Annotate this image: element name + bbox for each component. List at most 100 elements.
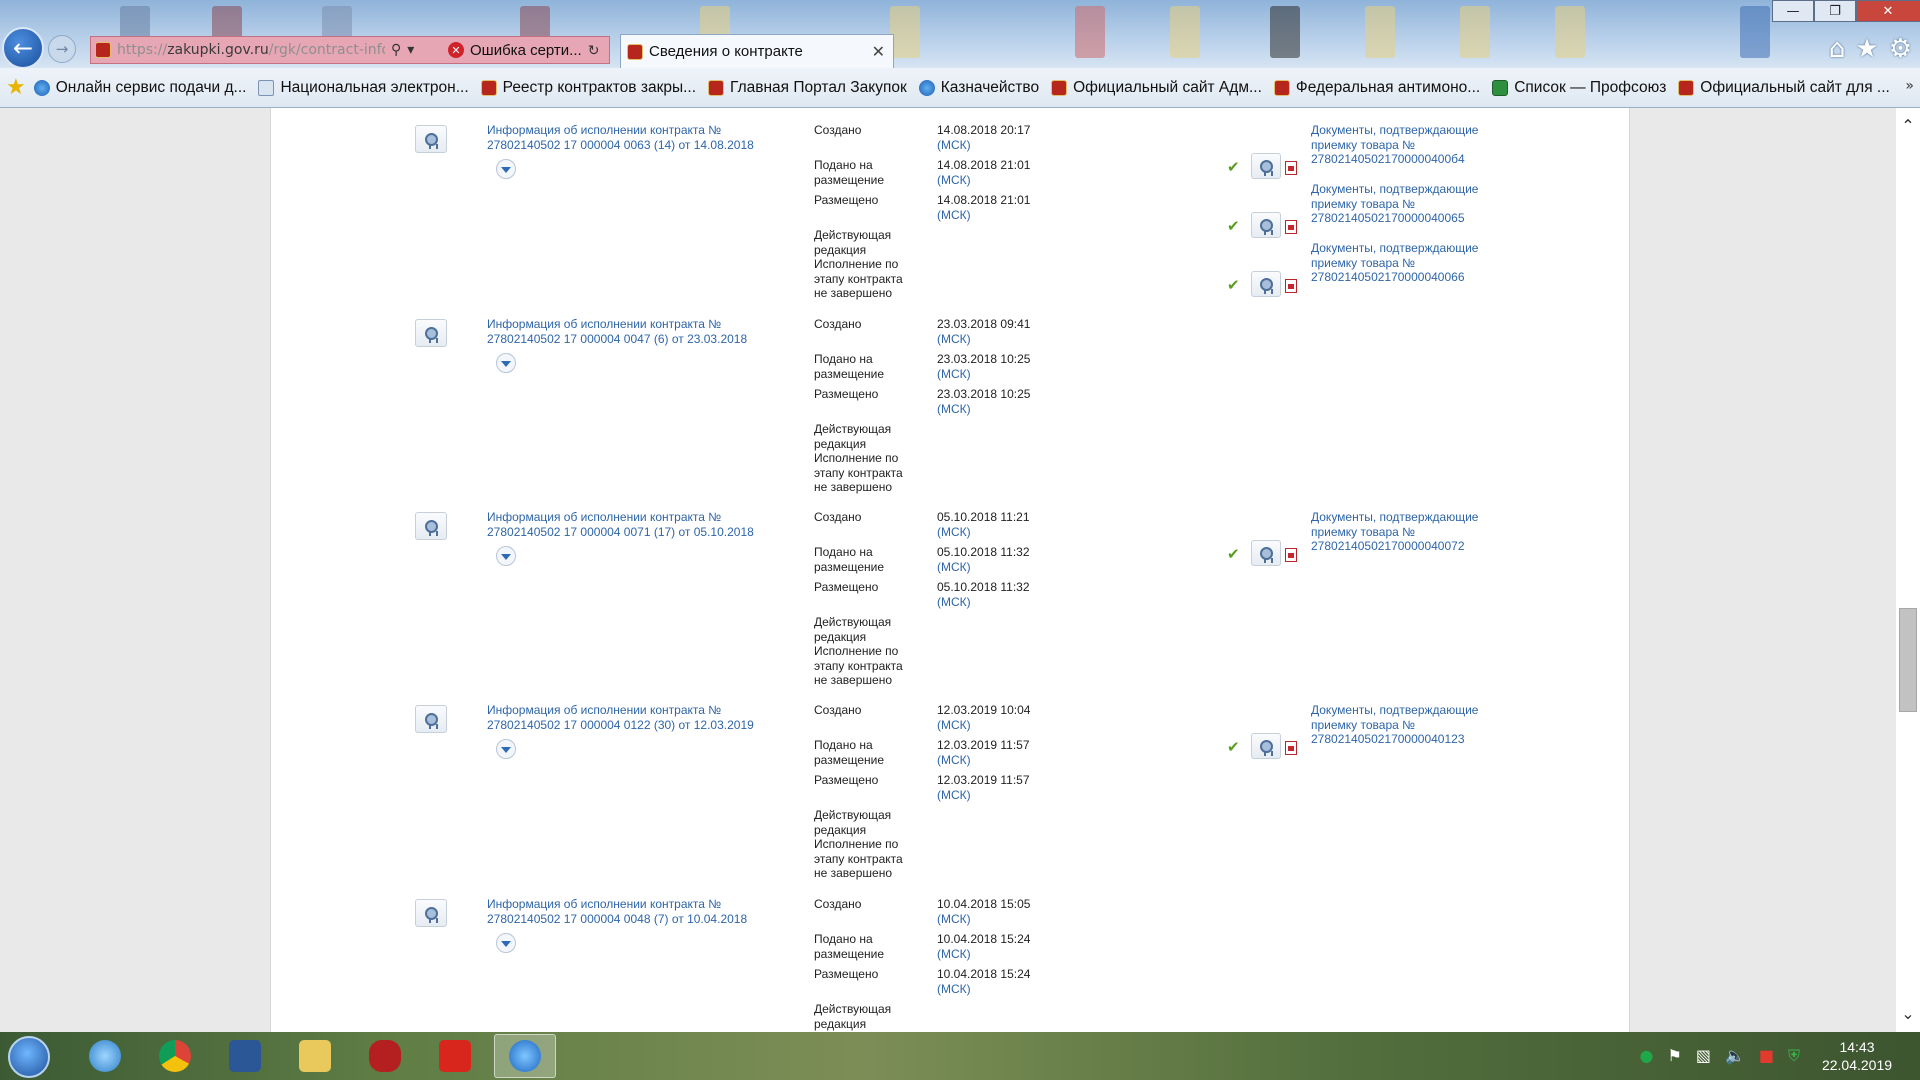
tab-contract-info[interactable]: Сведения о контракте ✕: [620, 34, 894, 68]
signature-seal-button[interactable]: [1251, 733, 1281, 759]
record-title-link[interactable]: Информация об исполнении контракта № 278…: [487, 703, 777, 732]
seal-icon: [424, 326, 438, 343]
signature-seal-button[interactable]: [415, 319, 447, 347]
expand-chevron-icon[interactable]: [496, 546, 516, 566]
scroll-up-icon[interactable]: ⌃: [1896, 116, 1920, 136]
folder-icon: [299, 1040, 331, 1072]
scroll-thumb[interactable]: [1899, 608, 1917, 712]
taskbar-word[interactable]: [214, 1034, 276, 1078]
green-app-tray-icon[interactable]: ●: [1640, 1046, 1654, 1066]
signature-seal-button[interactable]: [415, 705, 447, 733]
vertical-scrollbar[interactable]: ⌃ ⌄: [1896, 108, 1920, 1032]
document-row: ✔ Документы, подтверждающие приемку това…: [1227, 123, 1627, 181]
favorite-link[interactable]: Список — Профсоюз: [1492, 79, 1666, 97]
check-icon: ✔: [1227, 217, 1240, 235]
favorite-link[interactable]: Онлайн сервис подачи д...: [33, 79, 246, 97]
document-link[interactable]: Документы, подтверждающие приемку товара…: [1311, 182, 1511, 226]
expand-chevron-icon[interactable]: [496, 353, 516, 373]
check-icon: ✔: [1227, 545, 1240, 563]
document-link[interactable]: Документы, подтверждающие приемку товара…: [1311, 123, 1511, 167]
url-text[interactable]: https://zakupki.gov.ru/rgk/contract-info…: [117, 42, 385, 58]
back-button[interactable]: ←: [2, 27, 44, 68]
expand-chevron-icon[interactable]: [496, 739, 516, 759]
pdf-icon[interactable]: [1285, 161, 1297, 175]
timezone-label: (МСК): [937, 911, 971, 926]
favorite-link[interactable]: Официальный сайт Адм...: [1051, 79, 1262, 97]
arrow-right-icon: →: [55, 40, 69, 58]
search-icon[interactable]: ⚲: [391, 42, 401, 58]
network-icon[interactable]: ▧: [1696, 1046, 1711, 1066]
signature-seal-button[interactable]: [1251, 540, 1281, 566]
gear-icon[interactable]: ⚙: [1889, 34, 1912, 64]
system-tray: ● ⚑ ▧ 🔈 ■ ⛨: [1640, 1046, 1801, 1066]
timezone-label: (МСК): [937, 752, 971, 767]
status-date: 12.03.2019 10:04: [937, 703, 1031, 717]
signature-seal-button[interactable]: [415, 512, 447, 540]
status-value: 05.10.2018 11:32 (МСК): [937, 580, 1057, 609]
record-title-link[interactable]: Информация об исполнении контракта № 278…: [487, 897, 777, 926]
favorites-star-icon[interactable]: ★: [1855, 34, 1878, 64]
document-row: ✔ Документы, подтверждающие приемку това…: [1227, 510, 1627, 568]
tab-certificate-error[interactable]: ✕ Ошибка серти... ↻: [442, 36, 610, 64]
signature-seal-button[interactable]: [415, 899, 447, 927]
taskbar-bird-app[interactable]: [74, 1034, 136, 1078]
scroll-down-icon[interactable]: ⌄: [1896, 1004, 1920, 1024]
favorite-link[interactable]: Реестр контрактов закры...: [480, 79, 696, 97]
home-icon[interactable]: ⌂: [1829, 34, 1846, 64]
red-tray-icon[interactable]: ■: [1759, 1046, 1774, 1066]
favorite-link[interactable]: Национальная электрон...: [258, 79, 469, 97]
flag-icon[interactable]: ⚑: [1667, 1046, 1681, 1066]
close-window-button[interactable]: ✕: [1856, 0, 1920, 22]
taskbar-file-explorer[interactable]: [284, 1034, 346, 1078]
favorite-link[interactable]: Казначейство: [918, 79, 1039, 97]
signature-seal-button[interactable]: [415, 125, 447, 153]
document-link[interactable]: Документы, подтверждающие приемку товара…: [1311, 241, 1511, 285]
signature-seal-button[interactable]: [1251, 153, 1281, 179]
signature-seal-button[interactable]: [1251, 271, 1281, 297]
status-label: Размещено: [814, 387, 879, 401]
pdf-icon[interactable]: [1285, 220, 1297, 234]
status-date: 23.03.2018 10:25: [937, 387, 1031, 401]
status-date: 05.10.2018 11:21: [937, 510, 1030, 524]
taskbar-red-app[interactable]: [354, 1034, 416, 1078]
taskbar-internet-explorer[interactable]: [494, 1034, 556, 1078]
system-clock[interactable]: 14:43 22.04.2019: [1812, 1038, 1902, 1074]
favorite-link[interactable]: Федеральная антимоно...: [1273, 79, 1480, 97]
shield-icon[interactable]: ⛨: [1788, 1046, 1800, 1066]
record-title-link[interactable]: Информация об исполнении контракта № 278…: [487, 317, 777, 346]
expand-chevron-icon[interactable]: [496, 159, 516, 179]
status-value: 05.10.2018 11:21 (МСК): [937, 510, 1057, 539]
status-date: 23.03.2018 09:41: [937, 317, 1031, 331]
favorite-link[interactable]: Главная Портал Закупок: [708, 79, 907, 97]
close-tab-icon[interactable]: ✕: [872, 42, 885, 61]
forward-button[interactable]: →: [48, 35, 76, 63]
document-link[interactable]: Документы, подтверждающие приемку товара…: [1311, 510, 1511, 554]
chevron-more-icon[interactable]: »: [1905, 78, 1914, 94]
minimize-button[interactable]: —: [1772, 0, 1814, 22]
favorite-link[interactable]: Официальный сайт для ...: [1678, 79, 1890, 97]
page-icon: [258, 79, 275, 96]
document-link[interactable]: Документы, подтверждающие приемку товара…: [1311, 703, 1511, 747]
taskbar-acrobat[interactable]: [424, 1034, 486, 1078]
volume-icon[interactable]: 🔈: [1725, 1046, 1745, 1066]
signature-seal-button[interactable]: [1251, 212, 1281, 238]
start-orb-icon[interactable]: [8, 1036, 50, 1078]
dropdown-arrow-icon[interactable]: ▾: [407, 42, 414, 58]
site-emblem-icon: [1273, 79, 1290, 96]
pdf-icon[interactable]: [1285, 548, 1297, 562]
pdf-icon[interactable]: [1285, 279, 1297, 293]
status-label: Размещено: [814, 967, 879, 981]
pdf-icon[interactable]: [1285, 741, 1297, 755]
status-label: Размещено: [814, 773, 879, 787]
check-icon: ✔: [1227, 276, 1240, 294]
record-title-link[interactable]: Информация об исполнении контракта № 278…: [487, 510, 777, 539]
taskbar-chrome[interactable]: [144, 1034, 206, 1078]
timezone-label: (МСК): [937, 331, 971, 346]
background-window-thumb: [1740, 6, 1770, 58]
expand-chevron-icon[interactable]: [496, 933, 516, 953]
refresh-icon[interactable]: ↻: [588, 42, 600, 59]
record-title-link[interactable]: Информация об исполнении контракта № 278…: [487, 123, 777, 152]
window-controls: — ❐ ✕: [1772, 0, 1920, 22]
favorites-star-icon[interactable]: ★: [6, 75, 26, 100]
restore-button[interactable]: ❐: [1814, 0, 1856, 22]
